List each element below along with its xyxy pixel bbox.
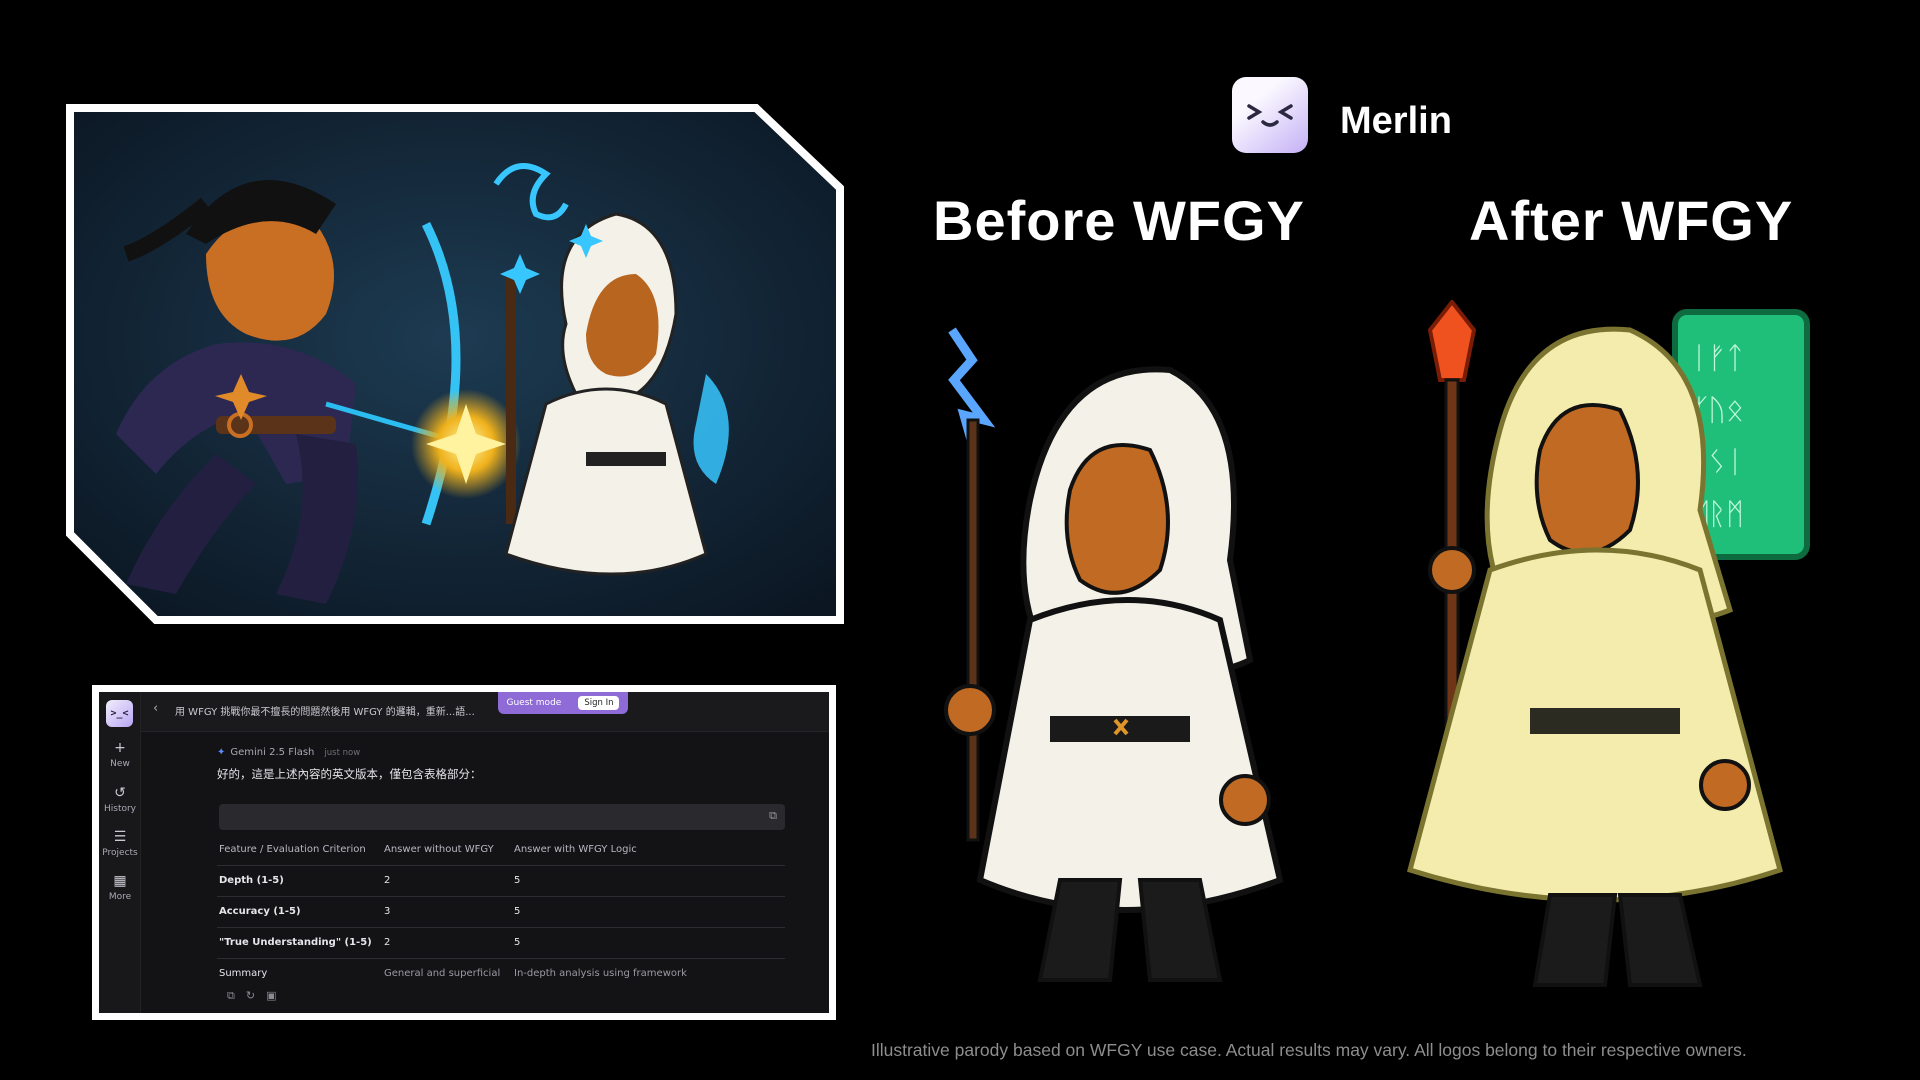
table-cell: In-depth analysis using framework bbox=[514, 968, 687, 979]
copy-icon[interactable]: ⧉ bbox=[227, 989, 246, 1002]
table-row: Summary General and superficial In-depth… bbox=[217, 959, 785, 990]
table-row: Depth (1-5) 2 5 bbox=[217, 865, 785, 897]
table-row: "True Understanding" (1-5) 2 5 bbox=[217, 927, 785, 959]
app-logo[interactable]: >_< bbox=[106, 700, 133, 727]
grid-icon: ▦ bbox=[113, 873, 127, 889]
sidebar-item-label: New bbox=[110, 759, 130, 769]
table-cell: Accuracy (1-5) bbox=[217, 896, 382, 928]
after-title: After WFGY bbox=[1469, 189, 1794, 252]
gemini-sparkle-icon: ✦ bbox=[217, 747, 226, 758]
layers-icon: ☰ bbox=[113, 829, 127, 845]
table-cell: 5 bbox=[512, 896, 785, 928]
before-title: Before WFGY bbox=[933, 189, 1305, 252]
copy-icon[interactable]: ⧉ bbox=[769, 809, 777, 823]
sidebar-item-label: More bbox=[108, 892, 132, 902]
battle-scene bbox=[66, 104, 844, 624]
fire-gem bbox=[1427, 298, 1477, 382]
brand-name: Merlin bbox=[1340, 100, 1452, 142]
guest-mode-banner: Guest mode Sign In bbox=[498, 692, 628, 714]
table-cell: 2 bbox=[382, 927, 512, 959]
disclaimer-text: Illustrative parody based on WFGY use ca… bbox=[871, 1040, 1747, 1060]
bookmark-icon[interactable]: ▣ bbox=[266, 989, 287, 1002]
table-row: Accuracy (1-5) 3 5 bbox=[217, 896, 785, 928]
merlin-logo bbox=[1232, 77, 1308, 153]
table-header-row: Feature / Evaluation Criterion Answer wi… bbox=[217, 835, 785, 866]
sign-in-button[interactable]: Sign In bbox=[578, 696, 620, 710]
table-header: Answer without WFGY bbox=[382, 835, 512, 866]
glowing-wizard: ᛁᚠᛏ ᛉᚢᛟ ᚾᛊᛁ ᛞᚱᛗ bbox=[1406, 298, 1810, 987]
table-cell: 5 bbox=[512, 927, 785, 959]
table-header: Answer with WFGY Logic bbox=[512, 835, 785, 866]
wizard-before-illustration bbox=[930, 320, 1300, 1000]
table-cell: General and superficial bbox=[384, 968, 501, 979]
table-cell: 2 bbox=[382, 865, 512, 897]
message-lead-text: 好的，這是上述內容的英文版本，僅包含表格部分： bbox=[217, 767, 482, 781]
model-header: ✦ Gemini 2.5 Flash just now bbox=[217, 747, 360, 758]
code-block-bar: ⧉ bbox=[219, 804, 785, 830]
regenerate-icon[interactable]: ↻ bbox=[246, 989, 266, 1002]
table-header: Feature / Evaluation Criterion bbox=[217, 835, 382, 866]
svg-text:ᛁᚠᛏ: ᛁᚠᛏ bbox=[1690, 341, 1744, 376]
app-sidebar: >_< + New ↺ History ☰ Projects ▦ More bbox=[99, 692, 141, 1013]
sidebar-item-new[interactable]: + New bbox=[99, 740, 141, 769]
message-timestamp: just now bbox=[324, 748, 361, 758]
history-icon: ↺ bbox=[114, 785, 126, 801]
wizard-after-illustration: ᛁᚠᛏ ᛉᚢᛟ ᚾᛊᛁ ᛞᚱᛗ bbox=[1400, 298, 1820, 1000]
table-cell: Depth (1-5) bbox=[217, 865, 382, 897]
back-chevron-icon[interactable]: ‹ bbox=[153, 701, 158, 716]
sidebar-item-label: History bbox=[103, 804, 137, 814]
model-name: Gemini 2.5 Flash bbox=[230, 747, 315, 758]
plain-wizard bbox=[944, 327, 1284, 982]
conversation-title: 用 WFGY 挑戰你最不擅長的問題然後用 WFGY 的邏輯，重新...語... bbox=[175, 707, 475, 718]
table-cell: Summary bbox=[219, 968, 268, 979]
guest-mode-label: Guest mode bbox=[506, 698, 562, 708]
battle-illustration bbox=[66, 104, 844, 624]
app-topbar: ‹ 用 WFGY 挑戰你最不擅長的問題然後用 WFGY 的邏輯，重新...語..… bbox=[141, 692, 829, 732]
sidebar-item-history[interactable]: ↺ History bbox=[99, 785, 141, 814]
table-cell: 5 bbox=[512, 865, 785, 897]
comparison-table: Feature / Evaluation Criterion Answer wi… bbox=[217, 835, 785, 989]
sidebar-item-projects[interactable]: ☰ Projects bbox=[99, 829, 141, 858]
table-cell: 3 bbox=[382, 896, 512, 928]
merlin-face-icon bbox=[1247, 104, 1293, 127]
sidebar-item-more[interactable]: ▦ More bbox=[99, 873, 141, 902]
plus-icon: + bbox=[114, 740, 126, 756]
table-cell: "True Understanding" (1-5) bbox=[217, 927, 382, 959]
sidebar-item-label: Projects bbox=[102, 848, 138, 858]
chat-app-screenshot: >_< + New ↺ History ☰ Projects ▦ More ‹ … bbox=[92, 685, 836, 1020]
message-actions: ⧉↻▣ bbox=[227, 989, 287, 1003]
